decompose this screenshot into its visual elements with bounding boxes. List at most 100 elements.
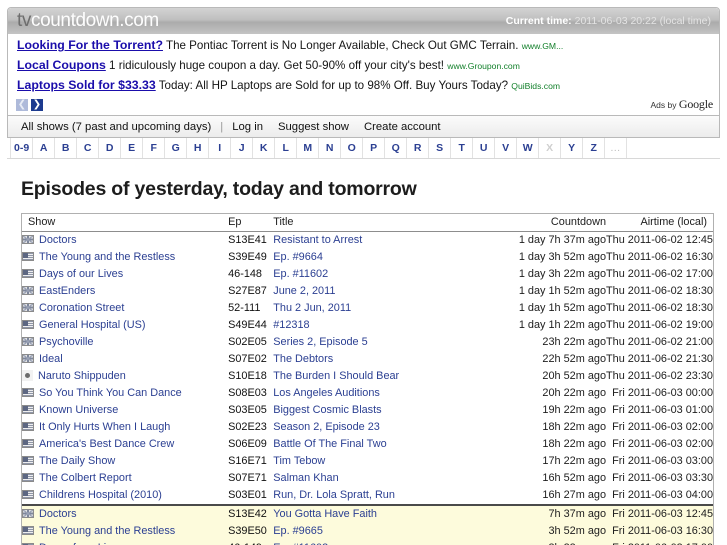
table-row[interactable]: The Young and the Restless S39E50 Ep. #966… [22, 523, 713, 540]
episode-title-link[interactable]: Ep. #9664 [273, 251, 323, 263]
alpha-link-w[interactable]: W [517, 138, 540, 158]
alpha-link-v[interactable]: V [495, 138, 518, 158]
episode-title-link[interactable]: Season 2, Episode 23 [273, 421, 380, 433]
table-row[interactable]: General Hospital (US) S49E44 #12318 1 day 1… [22, 317, 713, 334]
column-header-airtime[interactable]: Airtime (local) [606, 214, 713, 232]
column-header-countdown[interactable]: Countdown [496, 214, 607, 232]
table-row[interactable]: The Young and the Restless S39E49 Ep. #966… [22, 249, 713, 266]
show-link[interactable]: Ideal [39, 353, 63, 365]
table-row[interactable]: The Daily Show S16E71 Tim Tebow 17h 22m ago… [22, 453, 713, 470]
episode-title-link[interactable]: Battle Of The Final Two [273, 438, 386, 450]
show-link[interactable]: Naruto Shippuden [38, 370, 126, 382]
table-row[interactable]: Days of our Lives 46-148 Ep. #11602 1 day 3… [22, 266, 713, 283]
table-row[interactable]: Childrens Hospital (2010) S03E01 Run, Dr. … [22, 487, 713, 505]
episode-title-link[interactable]: Ep. #11602 [273, 268, 328, 280]
show-link[interactable]: America's Best Dance Crew [39, 438, 174, 450]
table-row[interactable]: Ideal S07E02 The Debtors 22h 52m ago Thu 201… [22, 351, 713, 368]
show-link[interactable]: Doctors [39, 234, 77, 246]
episode-title-link[interactable]: June 2, 2011 [273, 285, 335, 297]
table-row[interactable]: The Colbert Report S07E71 Salman Khan 16h 5… [22, 470, 713, 487]
show-link[interactable]: The Colbert Report [39, 472, 132, 484]
episode-title-link[interactable]: Los Angeles Auditions [273, 387, 380, 399]
episode-title-link[interactable]: Resistant to Arrest [273, 234, 362, 246]
alpha-link-n[interactable]: N [319, 138, 342, 158]
show-link[interactable]: The Young and the Restless [39, 525, 175, 537]
table-row[interactable]: It Only Hurts When I Laugh S02E23 Season 2… [22, 419, 713, 436]
episode-title-link[interactable]: #12318 [273, 319, 309, 331]
ad-headline-link[interactable]: Looking For the Torrent? [17, 38, 163, 52]
alpha-link-q[interactable]: Q [385, 138, 408, 158]
episode-title-link[interactable]: Series 2, Episode 5 [273, 336, 367, 348]
ad-display-url[interactable]: QuiBids.com [511, 81, 560, 91]
episode-title-link[interactable]: Run, Dr. Lola Spratt, Run [273, 489, 395, 501]
table-row[interactable]: EastEnders S27E87 June 2, 2011 1 day 1h 52m… [22, 283, 713, 300]
alpha-link-t[interactable]: T [451, 138, 474, 158]
site-logo[interactable]: tvcountdown.com [17, 11, 159, 31]
alpha-link-z[interactable]: Z [583, 138, 606, 158]
episode-title-link[interactable]: Ep. #9665 [273, 525, 323, 537]
alpha-link-d[interactable]: D [99, 138, 122, 158]
show-link[interactable]: Days of our Lives [39, 268, 123, 280]
episode-title-link[interactable]: You Gotta Have Faith [273, 508, 377, 520]
nav-create-account[interactable]: Create account [364, 121, 441, 133]
column-header-ep[interactable]: Ep [228, 214, 274, 232]
show-link[interactable]: Known Universe [39, 404, 118, 416]
table-row[interactable]: So You Think You Can Dance S08E03 Los Ange… [22, 385, 713, 402]
table-row[interactable]: Psychoville S02E05 Series 2, Episode 5 23h … [22, 334, 713, 351]
alpha-link-m[interactable]: M [297, 138, 320, 158]
show-link[interactable]: Psychoville [39, 336, 93, 348]
show-link[interactable]: Coronation Street [39, 302, 124, 314]
alpha-link-p[interactable]: P [363, 138, 386, 158]
table-row[interactable]: Known Universe S03E05 Biggest Cosmic Blast… [22, 402, 713, 419]
episode-title-link[interactable]: The Debtors [273, 353, 333, 365]
show-link[interactable]: So You Think You Can Dance [39, 387, 182, 399]
episode-title-link[interactable]: Thu 2 Jun, 2011 [273, 302, 351, 314]
show-link[interactable]: Doctors [39, 508, 77, 520]
show-link[interactable]: EastEnders [39, 285, 95, 297]
alpha-link-l[interactable]: L [275, 138, 298, 158]
alpha-link-g[interactable]: G [165, 138, 188, 158]
ad-item[interactable]: Local Coupons 1 ridiculously huge coupon… [8, 56, 719, 76]
alpha-link-0more9[interactable]: 0-9 [10, 138, 34, 158]
table-row[interactable]: America's Best Dance Crew S06E09 Battle Of… [22, 436, 713, 453]
episode-title-link[interactable]: Biggest Cosmic Blasts [273, 404, 381, 416]
ad-display-url[interactable]: www.GM... [522, 41, 564, 51]
ads-by-google[interactable]: Ads by Google [651, 97, 714, 112]
alpha-link-r[interactable]: R [407, 138, 430, 158]
episode-title-link[interactable]: Salman Khan [273, 472, 338, 484]
alpha-link-s[interactable]: S [429, 138, 452, 158]
alpha-link-u[interactable]: U [473, 138, 496, 158]
alpha-link-o[interactable]: O [341, 138, 364, 158]
alpha-link-i[interactable]: I [209, 138, 232, 158]
episode-title-link[interactable]: The Burden I Should Bear [273, 370, 399, 382]
alpha-link-y[interactable]: Y [561, 138, 584, 158]
show-link[interactable]: Childrens Hospital (2010) [39, 489, 162, 501]
alpha-link-k[interactable]: K [253, 138, 276, 158]
alpha-link-a[interactable]: A [33, 138, 56, 158]
alpha-link-f[interactable]: F [143, 138, 166, 158]
column-header-show[interactable]: Show [22, 214, 229, 232]
nav-all-shows[interactable]: All shows (7 past and upcoming days) [21, 121, 211, 133]
ad-display-url[interactable]: www.Groupon.com [447, 61, 520, 71]
table-row[interactable]: Naruto Shippuden S10E18 The Burden I Shoul… [22, 368, 713, 385]
alpha-link-b[interactable]: B [55, 138, 78, 158]
show-link[interactable]: The Daily Show [39, 455, 115, 467]
ad-headline-link[interactable]: Laptops Sold for $33.33 [17, 78, 156, 92]
column-header-title[interactable]: Title [273, 214, 497, 232]
nav-log-in[interactable]: Log in [232, 121, 263, 133]
episode-title-link[interactable]: Tim Tebow [273, 455, 325, 467]
nav-suggest-show[interactable]: Suggest show [278, 121, 349, 133]
show-link[interactable]: It Only Hurts When I Laugh [39, 421, 170, 433]
alpha-link-h[interactable]: H [187, 138, 210, 158]
ad-item[interactable]: Laptops Sold for $33.33 Today: All HP La… [8, 76, 719, 96]
alpha-link-j[interactable]: J [231, 138, 254, 158]
show-link[interactable]: The Young and the Restless [39, 251, 175, 263]
ad-headline-link[interactable]: Local Coupons [17, 58, 106, 72]
alpha-link-c[interactable]: C [77, 138, 100, 158]
table-row[interactable]: Coronation Street 52-111 Thu 2 Jun, 2011 1 … [22, 300, 713, 317]
show-link[interactable]: General Hospital (US) [39, 319, 146, 331]
alpha-link-e[interactable]: E [121, 138, 144, 158]
chevron-right-icon[interactable]: ❯ [31, 98, 43, 111]
table-row[interactable]: Doctors S13E42 You Gotta Have Faith 7h 37m … [22, 504, 713, 523]
chevron-left-icon[interactable]: ❮ [16, 98, 28, 111]
